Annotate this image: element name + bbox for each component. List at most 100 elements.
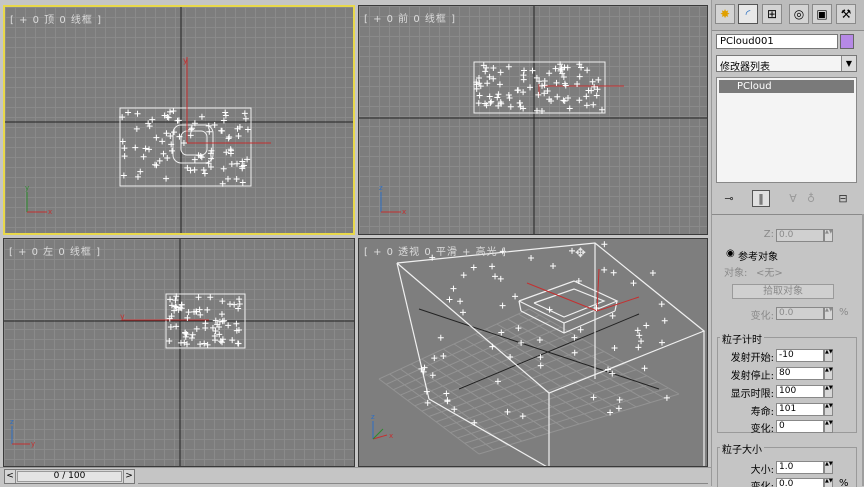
time-slider-thumb[interactable]: 0 / 100 [17,471,122,482]
vary-spinner[interactable]: 0.0 [776,307,824,320]
ref-object-radio[interactable]: ◉ [726,248,735,259]
next-frame-button[interactable]: > [123,470,134,483]
particle-marker [231,301,238,308]
size-arrows[interactable]: ▲▼ [824,461,833,474]
particle-marker [168,147,175,154]
particle-marker [187,132,194,139]
particle-marker [191,166,198,173]
particle-marker [183,331,190,338]
object-value: <无> [756,268,783,279]
display-until-spinner[interactable]: 100 [776,385,824,398]
particle-marker [182,333,189,340]
prev-frame-button[interactable]: < [5,470,16,483]
viewport-left[interactable]: [ + 0 左 0 线框 ] y z y [3,238,355,467]
particle-marker [188,334,195,341]
particle-marker [519,413,526,420]
object-color-swatch[interactable] [840,34,854,49]
hierarchy-icon[interactable]: ⊞ [762,4,782,24]
display-until-arrows[interactable]: ▲▼ [824,385,833,398]
z-spinner-arrows[interactable]: ▲▼ [824,229,833,242]
particle-marker [475,100,482,107]
particle-marker [561,98,568,105]
particle-marker [120,172,127,179]
particle-marker [137,168,144,175]
time-slider[interactable]: < 0 / 100 > [4,469,135,484]
particle-marker [234,340,241,347]
life-vary-arrows[interactable]: ▲▼ [824,420,833,433]
particle-marker [200,166,207,173]
particle-marker [585,87,592,94]
particle-marker [167,108,174,115]
particle-marker [496,81,503,88]
emit-stop-spinner[interactable]: 80 [776,367,824,380]
viewport-label-perspective[interactable]: [ + 0 透视 0 平滑 + 高光 ] [364,243,507,258]
vary-spinner-arrows[interactable]: ▲▼ [824,307,833,320]
particle-marker [163,175,170,182]
particle-marker [638,338,645,345]
particle-marker [590,101,597,108]
particle-marker [207,294,214,301]
remove-modifier-icon[interactable]: ♁ [802,190,820,207]
particle-marker [583,102,590,109]
svg-text:✥: ✥ [575,246,586,261]
life-arrows[interactable]: ▲▼ [824,403,833,416]
particle-marker [218,127,225,134]
particle-marker [576,97,583,104]
show-end-result-icon[interactable]: ‖ [752,190,770,207]
particle-timing-title: 粒子计时 [720,331,764,346]
particle-marker [182,330,189,337]
motion-icon[interactable]: ◎ [789,4,809,24]
particle-marker [636,332,643,339]
life-vary-spinner[interactable]: 0 [776,420,824,433]
emit-start-arrows[interactable]: ▲▼ [824,349,833,362]
particle-marker [595,76,602,83]
make-unique-icon[interactable]: ∀ [784,190,802,207]
particle-marker [133,125,140,132]
particle-marker [134,110,141,117]
z-spinner[interactable]: 0.0 [776,229,824,242]
viewport-label-top[interactable]: [ + 0 顶 0 线框 ] [10,11,102,26]
svg-text:y: y [31,440,35,448]
ref-object-label: 参考对象 [738,252,778,263]
particle-marker [492,273,499,280]
particle-marker [119,138,126,145]
particle-marker [225,322,232,329]
configure-sets-icon[interactable]: ⊟ [834,190,852,207]
particle-marker [521,67,528,74]
modifier-stack[interactable]: PCloud [716,77,857,183]
display-icon[interactable]: ▣ [812,4,832,24]
size-spinner[interactable]: 1.0 [776,461,824,474]
chevron-down-icon[interactable]: ▼ [841,56,856,71]
object-name-field[interactable]: PCloud001 [716,34,838,49]
pick-object-button[interactable]: 拾取对象 [732,284,834,299]
modify-icon[interactable]: ◜ [738,4,758,24]
stack-item-pcloud[interactable]: PCloud [719,80,854,93]
particle-marker [173,323,180,330]
modifier-list-dropdown[interactable]: 修改器列表 ▼ [716,55,857,73]
particle-marker [212,317,219,324]
emit-stop-arrows[interactable]: ▲▼ [824,367,833,380]
particle-marker [221,317,228,324]
particle-marker [233,176,240,183]
particle-marker [589,78,596,85]
viewport-perspective-canvas: ✥ z x [371,241,706,466]
viewport-top[interactable]: [ + 0 顶 0 线框 ] y y x [3,5,355,235]
particle-marker [201,170,208,177]
viewport-front[interactable]: [ + 0 前 0 线框 ] z x [358,5,708,235]
emit-start-spinner[interactable]: -10 [776,349,824,362]
particle-marker [229,337,236,344]
particle-marker [437,334,444,341]
stack-tools: ⊸ ‖ ∀ ♁ ⊟ [712,188,864,210]
particle-marker [450,285,457,292]
command-panel: ✸ ◜ ⊞ ◎ ▣ ⚒ PCloud001 修改器列表 ▼ PCloud ⊸ ‖… [711,0,864,487]
timeline-track[interactable] [138,472,708,484]
create-icon[interactable]: ✸ [715,4,735,24]
utilities-icon[interactable]: ⚒ [836,4,856,24]
particle-marker [601,241,608,248]
viewport-perspective[interactable]: [ + 0 透视 0 平滑 + 高光 ] ✥ z x [358,238,708,467]
life-spinner[interactable]: 101 [776,403,824,416]
viewport-label-front[interactable]: [ + 0 前 0 线框 ] [364,10,456,25]
viewport-label-left[interactable]: [ + 0 左 0 线框 ] [9,243,101,258]
pin-stack-icon[interactable]: ⊸ [720,190,738,207]
particle-marker [611,344,618,351]
